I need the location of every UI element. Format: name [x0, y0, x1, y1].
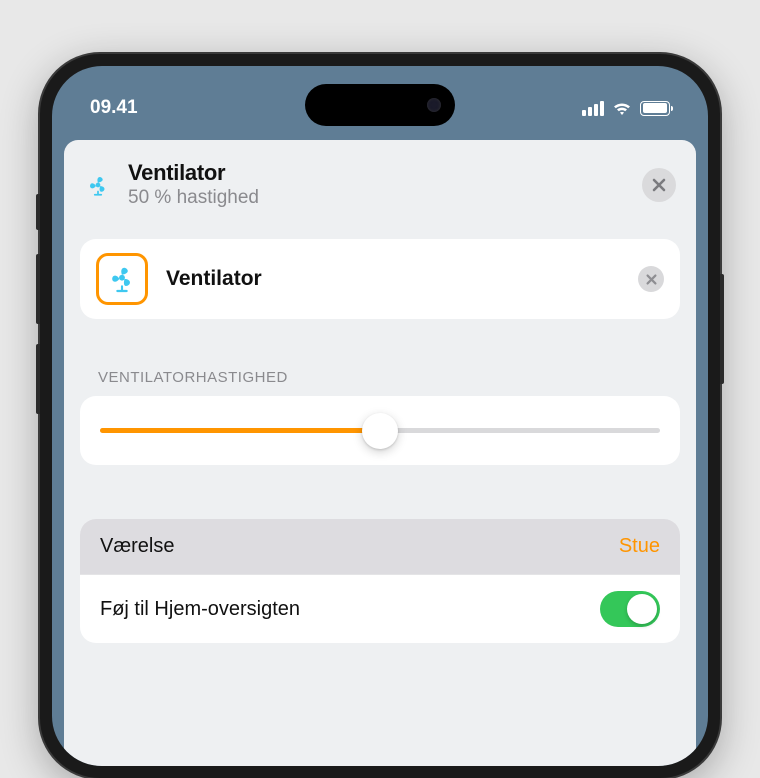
room-value: Stue	[619, 535, 660, 558]
volume-down-button	[36, 344, 40, 414]
remove-accessory-button[interactable]	[638, 266, 664, 292]
fan-icon	[106, 263, 138, 295]
toggle-knob	[627, 594, 657, 624]
power-button	[720, 274, 724, 384]
status-time: 09.41	[90, 97, 138, 119]
phone-frame: 09.41	[40, 54, 720, 778]
header-text: Ventilator 50 % hastighed	[128, 160, 626, 209]
wifi-icon	[612, 101, 632, 116]
slider-thumb[interactable]	[362, 413, 398, 449]
battery-icon	[640, 101, 670, 116]
slider-fill	[100, 428, 380, 433]
settings-list: Værelse Stue Føj til Hjem-oversigten	[80, 519, 680, 643]
fan-icon	[84, 171, 112, 199]
accessory-icon-selected	[96, 253, 148, 305]
speed-slider[interactable]	[100, 428, 660, 433]
dynamic-island	[305, 84, 455, 126]
silent-switch	[36, 194, 40, 230]
volume-up-button	[36, 254, 40, 324]
speed-section-label: VENTILATORHASTIGHED	[98, 369, 662, 386]
accessory-sheet: Ventilator 50 % hastighed	[64, 140, 696, 766]
accessory-card[interactable]: Ventilator	[80, 239, 680, 319]
screen: 09.41	[52, 66, 708, 766]
status-indicators	[582, 101, 670, 116]
sheet-header: Ventilator 50 % hastighed	[64, 140, 696, 231]
add-to-home-toggle[interactable]	[600, 591, 660, 627]
room-label: Værelse	[100, 535, 174, 558]
add-to-home-label: Føj til Hjem-oversigten	[100, 598, 300, 621]
cellular-signal-icon	[582, 101, 604, 116]
close-icon	[646, 274, 657, 285]
front-camera	[427, 98, 441, 112]
speed-slider-card	[80, 396, 680, 465]
close-icon	[652, 178, 666, 192]
accessory-title: Ventilator	[128, 160, 626, 186]
add-to-home-row: Føj til Hjem-oversigten	[80, 575, 680, 643]
room-row[interactable]: Værelse Stue	[80, 519, 680, 575]
accessory-name: Ventilator	[166, 267, 620, 291]
accessory-status: 50 % hastighed	[128, 187, 626, 209]
close-button[interactable]	[642, 168, 676, 202]
